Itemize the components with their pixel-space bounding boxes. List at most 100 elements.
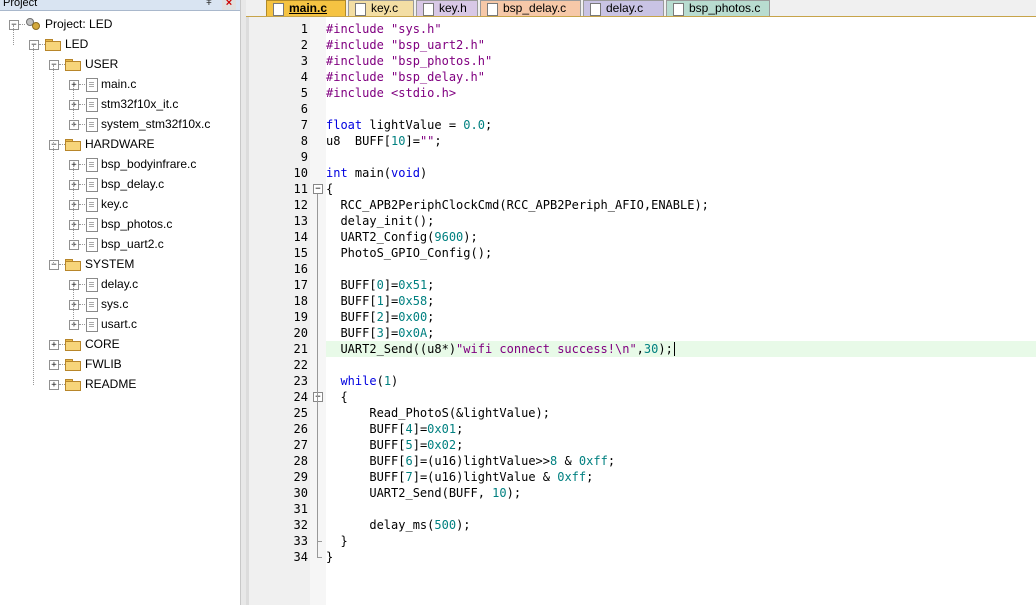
close-icon[interactable]: × (222, 0, 236, 10)
tree-guide-line (13, 25, 14, 45)
file-expander[interactable]: + (69, 220, 79, 230)
tree-item-label[interactable]: bsp_delay.c (101, 175, 164, 193)
tree-item-label[interactable]: main.c (101, 75, 136, 93)
line-number: 9 (300, 150, 308, 164)
tree-item-label[interactable]: delay.c (101, 275, 138, 293)
code-line[interactable]: { (326, 181, 333, 197)
folder-expander[interactable]: + (49, 360, 59, 370)
tab-main-c[interactable]: main.c (266, 0, 346, 16)
code-line[interactable]: BUFF[2]=0x00; (326, 309, 434, 325)
code-line[interactable]: PhotoS_GPIO_Config(); (326, 245, 492, 261)
line-number: 25 (293, 406, 308, 420)
line-number: 15 (293, 246, 308, 260)
fold-toggle-icon[interactable]: − (313, 184, 323, 194)
tree-item-label[interactable]: FWLIB (85, 355, 122, 373)
code-line[interactable]: BUFF[5]=0x02; (326, 437, 463, 453)
code-line[interactable]: { (326, 389, 347, 405)
pin-icon[interactable]: ǂ (206, 0, 212, 9)
target-expander[interactable]: − (29, 40, 39, 50)
tab-label: key.h (439, 1, 467, 15)
code-line[interactable]: u8 BUFF[10]=""; (326, 133, 442, 149)
tree-item-label[interactable]: key.c (101, 195, 128, 213)
tree-item-label[interactable]: system_stm32f10x.c (101, 115, 210, 133)
file-tab-icon (355, 3, 366, 16)
line-number: 34 (293, 550, 308, 564)
folder-expander[interactable]: + (49, 340, 59, 350)
c-file-icon (86, 178, 98, 192)
folder-expander[interactable]: + (49, 380, 59, 390)
code-line[interactable]: Read_PhotoS(&lightValue); (326, 405, 550, 421)
tree-item-label[interactable]: README (85, 375, 136, 393)
code-line[interactable]: BUFF[7]=(u16)lightValue & 0xff; (326, 469, 593, 485)
file-expander[interactable]: + (69, 280, 79, 290)
code-line[interactable]: BUFF[3]=0x0A; (326, 325, 434, 341)
code-line[interactable]: float lightValue = 0.0; (326, 117, 492, 133)
line-number: 32 (293, 518, 308, 532)
folder-expander[interactable]: − (49, 60, 59, 70)
line-number: 6 (300, 102, 308, 116)
tree-item-label[interactable]: HARDWARE (85, 135, 155, 153)
c-file-icon (86, 118, 98, 132)
code-line[interactable]: #include "bsp_uart2.h" (326, 37, 485, 53)
tab-key-h[interactable]: key.h (416, 0, 478, 16)
tab-key-c[interactable]: key.c (348, 0, 414, 16)
tree-item-label[interactable]: stm32f10x_it.c (101, 95, 178, 113)
file-expander[interactable]: + (69, 160, 79, 170)
tree-item-label[interactable]: LED (65, 35, 88, 53)
c-file-icon (86, 98, 98, 112)
line-number: 12 (293, 198, 308, 212)
code-line[interactable]: UART2_Send(BUFF, 10); (326, 485, 521, 501)
line-number: 2 (300, 38, 308, 52)
tree-item-label[interactable]: Project: LED (45, 15, 112, 33)
code-line[interactable]: delay_init(); (326, 213, 434, 229)
code-line[interactable]: while(1) (326, 373, 398, 389)
c-file-icon (86, 78, 98, 92)
folder-expander[interactable]: − (49, 140, 59, 150)
file-expander[interactable]: + (69, 240, 79, 250)
tree-item-label[interactable]: bsp_photos.c (101, 215, 172, 233)
code-editor[interactable]: 1 #include "sys.h" 2 #include "bsp_uart2.h"… (246, 17, 1036, 605)
code-line[interactable]: UART2_Config(9600); (326, 229, 477, 245)
line-number: 23 (293, 374, 308, 388)
code-line[interactable]: int main(void) (326, 165, 427, 181)
tree-item-label[interactable]: bsp_bodyinfrare.c (101, 155, 196, 173)
code-line[interactable]: #include "bsp_delay.h" (326, 69, 485, 85)
file-expander[interactable]: + (69, 320, 79, 330)
file-expander[interactable]: + (69, 100, 79, 110)
code-line[interactable]: } (326, 549, 333, 565)
tab-bsp-delay-c[interactable]: bsp_delay.c (480, 0, 581, 16)
file-tab-icon (673, 3, 684, 16)
code-line[interactable]: delay_ms(500); (326, 517, 470, 533)
file-expander[interactable]: + (69, 120, 79, 130)
tab-bsp-photos-c[interactable]: bsp_photos.c (666, 0, 770, 16)
code-line[interactable]: BUFF[0]=0x51; (326, 277, 434, 293)
tree-item-label[interactable]: CORE (85, 335, 120, 353)
tree-item-label[interactable]: usart.c (101, 315, 137, 333)
tab-delay-c[interactable]: delay.c (583, 0, 664, 16)
folder-icon-body (65, 381, 81, 391)
code-line[interactable]: #include <stdio.h> (326, 85, 456, 101)
fold-toggle-icon[interactable]: − (313, 392, 323, 402)
folder-expander[interactable]: − (49, 260, 59, 270)
tree-item-label[interactable]: USER (85, 55, 118, 73)
tree-item-label[interactable]: sys.c (101, 295, 128, 313)
file-expander[interactable]: + (69, 180, 79, 190)
file-expander[interactable]: + (69, 300, 79, 310)
tree-item-label[interactable]: SYSTEM (85, 255, 134, 273)
folder-icon (65, 359, 81, 371)
code-line[interactable]: } (326, 533, 347, 549)
tree-item-label[interactable]: bsp_uart2.c (101, 235, 164, 253)
project-expander[interactable]: − (9, 20, 19, 30)
tree-connector (79, 164, 85, 165)
file-expander[interactable]: + (69, 200, 79, 210)
line-number: 24 (293, 390, 308, 404)
code-line[interactable]: RCC_APB2PeriphClockCmd(RCC_APB2Periph_AF… (326, 197, 708, 213)
code-line[interactable]: BUFF[1]=0x58; (326, 293, 434, 309)
folder-icon-body (65, 361, 81, 371)
code-line[interactable]: BUFF[4]=0x01; (326, 421, 463, 437)
code-line[interactable]: #include "bsp_photos.h" (326, 53, 492, 69)
code-line[interactable]: BUFF[6]=(u16)lightValue>>8 & 0xff; (326, 453, 615, 469)
file-expander[interactable]: + (69, 80, 79, 90)
code-line[interactable]: #include "sys.h" (326, 21, 442, 37)
code-line[interactable]: UART2_Send((u8*)"wifi connect success!\n… (326, 341, 672, 357)
